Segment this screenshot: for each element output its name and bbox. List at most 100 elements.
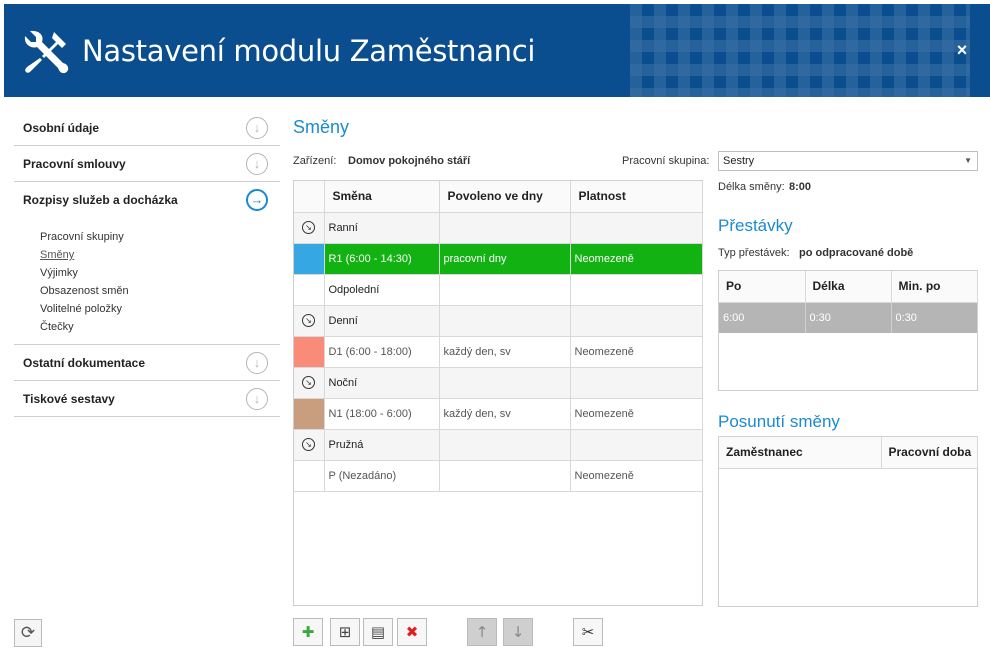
nav-section-schedules[interactable]: Rozpisy služeb a docházka → [14, 182, 280, 218]
shift-name-cell: N1 (18:00 - 6:00) [324, 398, 440, 430]
shift-name-cell: R1 (6:00 - 14:30) [324, 243, 440, 275]
nav-section-label: Pracovní smlouvy [23, 156, 126, 171]
shift-validity-cell [570, 212, 703, 244]
shift-name-cell: P (Nezadáno) [324, 460, 440, 492]
chevron-down-icon: ▼ [964, 156, 972, 165]
move-down-button[interactable]: ↓ [503, 618, 533, 646]
subitem-workgroups[interactable]: Pracovní skupiny [40, 228, 280, 246]
table-row[interactable]: P (Nezadáno) Neomezeně [294, 460, 703, 492]
shift-validity-cell: Neomezeně [570, 243, 703, 275]
shift-length-label: Délka směny: [718, 181, 785, 193]
shift-color-swatch [294, 460, 325, 492]
arrow-down-circle-icon[interactable]: ↓ [246, 117, 268, 139]
shifts-title: Směny [293, 117, 350, 137]
shift-days-cell: každý den, sv [439, 336, 571, 368]
collapse-arrow-icon[interactable]: ↘ [302, 221, 315, 234]
nav-section-label: Ostatní dokumentace [23, 355, 146, 370]
nav-section-contracts[interactable]: Pracovní smlouvy ↓ [14, 146, 280, 182]
shift-days-cell [439, 274, 571, 306]
shift-color-swatch [294, 243, 325, 275]
header-after[interactable]: Po [719, 271, 806, 303]
subitem-occupancy[interactable]: Obsazenost směn [40, 282, 280, 300]
arrow-right-circle-icon[interactable]: → [246, 189, 268, 211]
shift-validity-cell [570, 305, 703, 337]
delete-button[interactable]: ✖ [397, 618, 427, 646]
shift-name-cell: D1 (6:00 - 18:00) [324, 336, 440, 368]
header-shift[interactable]: Směna [324, 181, 440, 213]
header-days[interactable]: Povoleno ve dny [439, 181, 571, 213]
arrow-down-circle-icon[interactable]: ↓ [246, 352, 268, 374]
header-validity[interactable]: Platnost [570, 181, 703, 213]
header-color-col [294, 181, 325, 213]
workgroup-select[interactable]: Sestry ▼ [718, 151, 978, 171]
nav-section-personal[interactable]: Osobní údaje ↓ [14, 110, 280, 146]
subitem-shifts[interactable]: Směny [40, 246, 280, 264]
collapse-arrow-icon[interactable]: ↘ [302, 314, 315, 327]
shifts-table: Směna Povoleno ve dny Platnost ↘ Ranní R1 … [294, 181, 703, 492]
shift-validity-cell: Neomezeně [570, 398, 703, 430]
shift-validity-cell [570, 367, 703, 399]
shift-color-swatch [294, 336, 325, 368]
breaks-table: Po Délka Min. po 6:00 0:30 0:30 [719, 271, 978, 333]
close-button[interactable]: × [952, 40, 972, 60]
shift-move-grid: Zaměstnanec Pracovní doba [718, 436, 978, 607]
page-title: Nastavení modulu Zaměstnanci [82, 34, 536, 68]
shift-name-cell: Odpolední [324, 274, 440, 306]
break-type-value: po odpracované době [799, 247, 914, 259]
edit-button[interactable]: ▤ [363, 618, 393, 646]
break-type-label: Typ přestávek: [718, 247, 790, 259]
subitem-readers[interactable]: Čtečky [40, 318, 280, 336]
header-working-time[interactable]: Pracovní doba [881, 437, 978, 469]
shift-validity-cell: Neomezeně [570, 336, 703, 368]
header-pattern [630, 4, 970, 97]
shift-color-swatch [294, 398, 325, 430]
shift-move-title: Posunutí směny [718, 412, 840, 431]
table-row[interactable]: D1 (6:00 - 18:00) každý den, sv Neomezeně [294, 336, 703, 368]
collapse-toggle-cell: ↘ [294, 305, 325, 337]
shift-days-cell: každý den, sv [439, 398, 571, 430]
shift-validity-cell [570, 274, 703, 306]
header-min-after[interactable]: Min. po [891, 271, 978, 303]
header-employee[interactable]: Zaměstnanec [719, 437, 882, 469]
table-row[interactable]: ↘ Noční [294, 367, 703, 399]
subitem-optional-items[interactable]: Volitelné položky [40, 300, 280, 318]
workgroup-value: Sestry [723, 155, 755, 167]
subitem-list: Pracovní skupiny Směny Výjimky Obsazenos… [14, 218, 280, 345]
table-row[interactable]: ↘ Denní [294, 305, 703, 337]
table-row[interactable]: 6:00 0:30 0:30 [719, 302, 978, 333]
table-row[interactable]: R1 (6:00 - 14:30) pracovní dny Neomezeně [294, 243, 703, 275]
shift-validity-cell [570, 429, 703, 461]
shift-days-cell [439, 305, 571, 337]
settings-button[interactable]: ✂ [573, 618, 603, 646]
add-group-button[interactable]: ⊞ [330, 618, 360, 646]
table-row[interactable]: ↘ Pružná [294, 429, 703, 461]
shift-days-cell [439, 429, 571, 461]
header-length[interactable]: Délka [805, 271, 892, 303]
nav-section-label: Rozpisy služeb a docházka [23, 193, 178, 207]
nav-section-other-docs[interactable]: Ostatní dokumentace ↓ [14, 345, 280, 381]
shift-days-cell [439, 212, 571, 244]
shift-move-table: Zaměstnanec Pracovní doba [719, 437, 978, 469]
refresh-button[interactable]: ⟳ [14, 619, 42, 647]
breaks-grid: Po Délka Min. po 6:00 0:30 0:30 [718, 270, 978, 391]
break-length: 0:30 [805, 302, 892, 333]
move-up-button[interactable]: ↑ [467, 618, 497, 646]
shift-length-value: 8:00 [789, 181, 812, 193]
collapse-arrow-icon[interactable]: ↘ [302, 438, 315, 451]
shift-name-cell: Pružná [324, 429, 440, 461]
shift-days-cell [439, 460, 571, 492]
collapse-arrow-icon[interactable]: ↘ [302, 376, 315, 389]
add-button[interactable]: ✚ [293, 618, 323, 646]
workgroup-label: Pracovní skupina: [622, 155, 710, 167]
subitem-exceptions[interactable]: Výjimky [40, 264, 280, 282]
arrow-down-circle-icon[interactable]: ↓ [246, 153, 268, 175]
shift-days-cell [439, 367, 571, 399]
table-row[interactable]: Odpolední [294, 274, 703, 306]
arrow-down-circle-icon[interactable]: ↓ [246, 388, 268, 410]
header-banner: Nastavení modulu Zaměstnanci × [4, 4, 990, 97]
table-row[interactable]: N1 (18:00 - 6:00) každý den, sv Neomezeně [294, 398, 703, 430]
nav-section-reports[interactable]: Tiskové sestavy ↓ [14, 381, 280, 417]
nav-section-label: Tiskové sestavy [23, 391, 115, 406]
collapse-toggle-cell: ↘ [294, 367, 325, 399]
table-row[interactable]: ↘ Ranní [294, 212, 703, 244]
